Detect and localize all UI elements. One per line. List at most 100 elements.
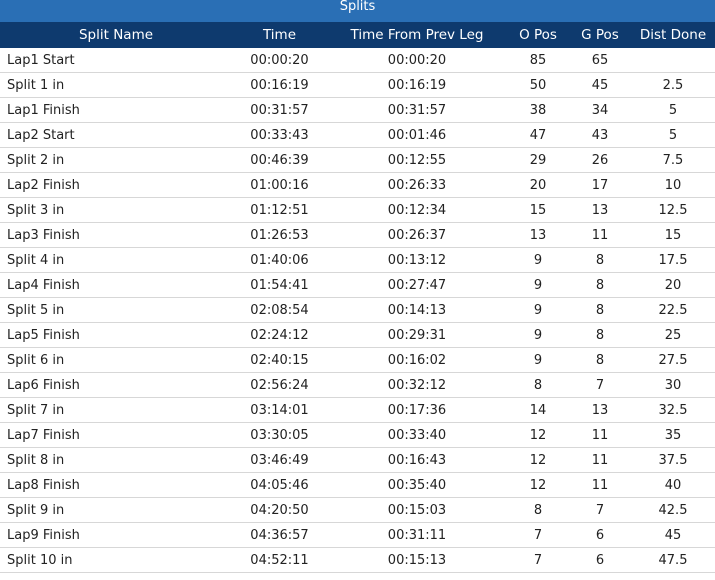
table-row: Lap8 Finish 04:05:46 00:35:40 12 11 40: [0, 472, 715, 498]
cell-g-pos: 13: [569, 197, 631, 223]
table-row: Split 2 in 00:46:39 00:12:55 29 26 7.5: [0, 147, 715, 173]
column-header-g-pos[interactable]: G Pos: [569, 22, 631, 48]
cell-split-name: Split 5 in: [0, 297, 232, 323]
cell-g-pos: 8: [569, 347, 631, 373]
cell-o-pos: 9: [507, 272, 569, 298]
cell-time: 01:40:06: [232, 247, 327, 273]
table-row: Split 10 in 04:52:11 00:15:13 7 6 47.5: [0, 547, 715, 573]
cell-time: 04:05:46: [232, 472, 327, 498]
cell-o-pos: 85: [507, 48, 569, 73]
cell-dist-done: 25: [631, 322, 715, 348]
cell-g-pos: 7: [569, 372, 631, 398]
cell-split-name: Lap1 Start: [0, 48, 232, 73]
cell-time-from-prev-leg: 00:32:12: [327, 372, 507, 398]
cell-o-pos: 12: [507, 472, 569, 498]
cell-split-name: Split 3 in: [0, 197, 232, 223]
table-row: Lap9 Finish 04:36:57 00:31:11 7 6 45: [0, 522, 715, 548]
cell-o-pos: 9: [507, 297, 569, 323]
cell-dist-done: 20: [631, 272, 715, 298]
cell-g-pos: 11: [569, 472, 631, 498]
table-row: Split 3 in 01:12:51 00:12:34 15 13 12.5: [0, 197, 715, 223]
cell-split-name: Split 6 in: [0, 347, 232, 373]
cell-split-name: Split 9 in: [0, 497, 232, 523]
cell-time-from-prev-leg: 00:00:20: [327, 48, 507, 73]
cell-o-pos: 20: [507, 172, 569, 198]
cell-time: 04:52:11: [232, 547, 327, 573]
cell-o-pos: 15: [507, 197, 569, 223]
table-row: Lap4 Finish 01:54:41 00:27:47 9 8 20: [0, 272, 715, 298]
cell-dist-done: 22.5: [631, 297, 715, 323]
cell-dist-done: 27.5: [631, 347, 715, 373]
cell-dist-done: [631, 48, 715, 73]
cell-split-name: Lap8 Finish: [0, 472, 232, 498]
panel-title: Splits: [0, 0, 715, 22]
cell-time: 03:46:49: [232, 447, 327, 473]
table-row: Split 7 in 03:14:01 00:17:36 14 13 32.5: [0, 397, 715, 423]
cell-dist-done: 2.5: [631, 72, 715, 98]
cell-g-pos: 11: [569, 447, 631, 473]
cell-time: 02:24:12: [232, 322, 327, 348]
cell-g-pos: 11: [569, 222, 631, 248]
cell-o-pos: 7: [507, 522, 569, 548]
cell-time-from-prev-leg: 00:16:19: [327, 72, 507, 98]
cell-g-pos: 8: [569, 247, 631, 273]
table-row: Split 6 in 02:40:15 00:16:02 9 8 27.5: [0, 347, 715, 373]
cell-dist-done: 5: [631, 122, 715, 148]
cell-o-pos: 13: [507, 222, 569, 248]
cell-o-pos: 9: [507, 322, 569, 348]
cell-o-pos: 14: [507, 397, 569, 423]
cell-dist-done: 40: [631, 472, 715, 498]
cell-o-pos: 8: [507, 497, 569, 523]
cell-time-from-prev-leg: 00:17:36: [327, 397, 507, 423]
cell-o-pos: 9: [507, 247, 569, 273]
cell-g-pos: 6: [569, 547, 631, 573]
cell-time-from-prev-leg: 00:16:02: [327, 347, 507, 373]
cell-time-from-prev-leg: 00:26:37: [327, 222, 507, 248]
cell-time: 01:00:16: [232, 172, 327, 198]
column-header-time[interactable]: Time: [232, 22, 327, 48]
cell-o-pos: 7: [507, 547, 569, 573]
cell-time-from-prev-leg: 00:01:46: [327, 122, 507, 148]
cell-o-pos: 38: [507, 97, 569, 123]
cell-split-name: Lap6 Finish: [0, 372, 232, 398]
column-header-split-name[interactable]: Split Name: [0, 22, 232, 48]
table-row: Lap1 Start 00:00:20 00:00:20 85 65: [0, 48, 715, 73]
table-row: Split 1 in 00:16:19 00:16:19 50 45 2.5: [0, 72, 715, 98]
column-header-time-from-prev-leg[interactable]: Time From Prev Leg: [327, 22, 507, 48]
cell-o-pos: 8: [507, 372, 569, 398]
cell-time-from-prev-leg: 00:13:12: [327, 247, 507, 273]
cell-split-name: Split 10 in: [0, 547, 232, 573]
column-header-dist-done[interactable]: Dist Done: [631, 22, 715, 48]
cell-o-pos: 12: [507, 447, 569, 473]
cell-time: 00:46:39: [232, 147, 327, 173]
cell-time: 02:08:54: [232, 297, 327, 323]
cell-time-from-prev-leg: 00:12:34: [327, 197, 507, 223]
table-body: Lap1 Start 00:00:20 00:00:20 85 65 Split 1 in…: [0, 48, 715, 573]
cell-time: 01:54:41: [232, 272, 327, 298]
cell-split-name: Split 8 in: [0, 447, 232, 473]
cell-o-pos: 29: [507, 147, 569, 173]
cell-dist-done: 42.5: [631, 497, 715, 523]
cell-dist-done: 35: [631, 422, 715, 448]
cell-time: 03:14:01: [232, 397, 327, 423]
cell-time-from-prev-leg: 00:14:13: [327, 297, 507, 323]
cell-dist-done: 5: [631, 97, 715, 123]
table-row: Lap5 Finish 02:24:12 00:29:31 9 8 25: [0, 322, 715, 348]
cell-dist-done: 17.5: [631, 247, 715, 273]
cell-time: 00:00:20: [232, 48, 327, 73]
cell-g-pos: 45: [569, 72, 631, 98]
cell-split-name: Lap2 Finish: [0, 172, 232, 198]
table-row: Lap2 Start 00:33:43 00:01:46 47 43 5: [0, 122, 715, 148]
cell-time-from-prev-leg: 00:15:03: [327, 497, 507, 523]
cell-g-pos: 8: [569, 297, 631, 323]
cell-dist-done: 37.5: [631, 447, 715, 473]
cell-time-from-prev-leg: 00:33:40: [327, 422, 507, 448]
column-header-o-pos[interactable]: O Pos: [507, 22, 569, 48]
cell-dist-done: 10: [631, 172, 715, 198]
cell-time: 03:30:05: [232, 422, 327, 448]
table-row: Lap7 Finish 03:30:05 00:33:40 12 11 35: [0, 422, 715, 448]
table-row: Split 8 in 03:46:49 00:16:43 12 11 37.5: [0, 447, 715, 473]
cell-o-pos: 12: [507, 422, 569, 448]
cell-split-name: Lap1 Finish: [0, 97, 232, 123]
cell-g-pos: 8: [569, 272, 631, 298]
